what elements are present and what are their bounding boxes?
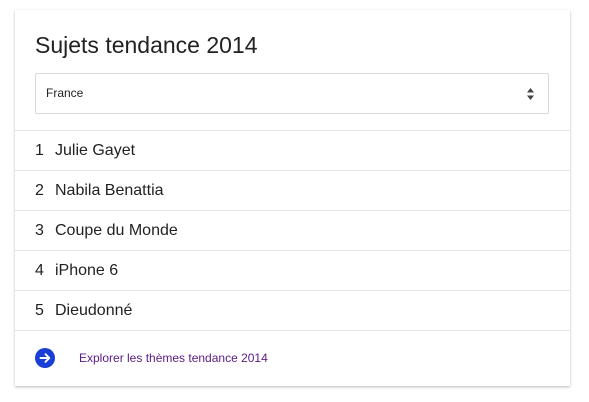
list-item-label: Dieudonné bbox=[55, 301, 133, 319]
list-item-label: iPhone 6 bbox=[55, 261, 119, 279]
country-select-value: France bbox=[46, 86, 84, 100]
list-item-label: Julie Gayet bbox=[55, 141, 136, 159]
list-item-rank: 1 bbox=[35, 141, 44, 159]
list-item[interactable]: 4 iPhone 6 bbox=[15, 251, 570, 291]
list-item[interactable]: 3 Coupe du Monde bbox=[15, 211, 570, 251]
list-item[interactable]: 1 Julie Gayet bbox=[15, 131, 570, 171]
trending-card: Sujets tendance 2014 France 1 Julie Gaye… bbox=[15, 10, 570, 386]
list-item-rank: 5 bbox=[35, 301, 44, 319]
list-item[interactable]: 5 Dieudonné bbox=[15, 291, 570, 331]
list-item-label: Coupe du Monde bbox=[55, 221, 178, 239]
country-select[interactable]: France bbox=[35, 73, 549, 114]
list-item-rank: 3 bbox=[35, 221, 44, 239]
updown-arrows-icon bbox=[527, 88, 534, 100]
list-item-rank: 4 bbox=[35, 261, 44, 279]
trending-list: 1 Julie Gayet 2 Nabila Benattia 3 Coupe … bbox=[15, 130, 570, 331]
explore-trending-link[interactable]: Explorer les thèmes tendance 2014 bbox=[35, 346, 268, 370]
explore-trending-link-text[interactable]: Explorer les thèmes tendance 2014 bbox=[79, 351, 268, 365]
list-item-rank: 2 bbox=[35, 181, 44, 199]
card-title: Sujets tendance 2014 bbox=[35, 32, 258, 58]
list-item-label: Nabila Benattia bbox=[55, 181, 164, 199]
arrow-right-circle-icon[interactable] bbox=[35, 348, 55, 368]
list-item[interactable]: 2 Nabila Benattia bbox=[15, 171, 570, 211]
